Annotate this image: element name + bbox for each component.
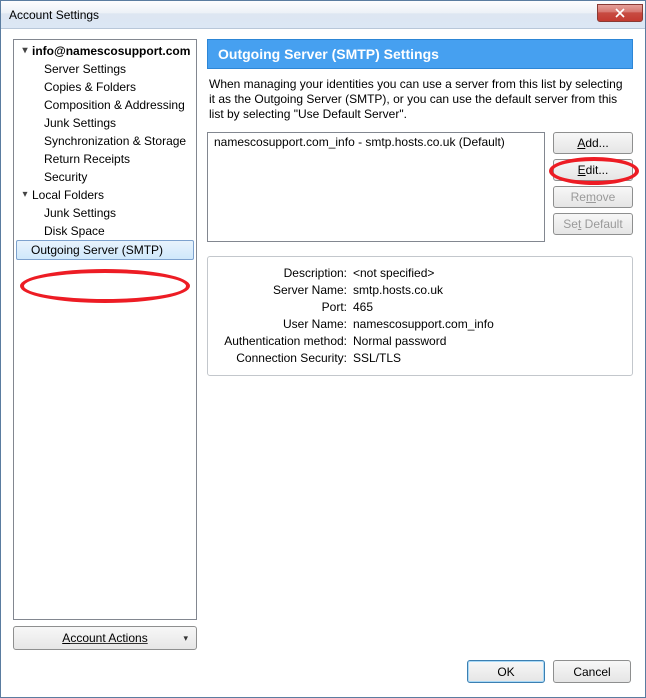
- detail-user-name: User Name: namescosupport.com_info: [218, 316, 622, 333]
- left-panel: info@namescosupport.com Server Settings …: [13, 39, 197, 650]
- close-button[interactable]: [597, 4, 643, 22]
- close-icon: [615, 8, 625, 18]
- smtp-server-item[interactable]: namescosupport.com_info - smtp.hosts.co.…: [208, 133, 544, 151]
- cancel-button[interactable]: Cancel: [553, 660, 631, 683]
- tree-composition-addressing[interactable]: Composition & Addressing: [14, 96, 196, 114]
- expand-icon: [20, 43, 30, 59]
- dialog-body: info@namescosupport.com Server Settings …: [1, 29, 645, 697]
- smtp-details: Description: <not specified> Server Name…: [207, 256, 633, 376]
- tree-account-root[interactable]: info@namescosupport.com: [14, 42, 196, 60]
- tree-security[interactable]: Security: [14, 168, 196, 186]
- titlebar: Account Settings: [1, 1, 645, 29]
- set-default-button: Set Default: [553, 213, 633, 235]
- detail-auth-method: Authentication method: Normal password: [218, 333, 622, 350]
- account-actions-button[interactable]: Account Actions: [13, 626, 197, 650]
- detail-port: Port: 465: [218, 299, 622, 316]
- detail-description: Description: <not specified>: [218, 265, 622, 282]
- smtp-button-column: Add... Edit... Remove Set Default: [553, 132, 633, 242]
- smtp-server-list[interactable]: namescosupport.com_info - smtp.hosts.co.…: [207, 132, 545, 242]
- detail-server-name: Server Name: smtp.hosts.co.uk: [218, 282, 622, 299]
- account-actions-label: Account Actions: [62, 631, 147, 645]
- detail-conn-security: Connection Security: SSL/TLS: [218, 350, 622, 367]
- smtp-list-row: namescosupport.com_info - smtp.hosts.co.…: [207, 132, 633, 242]
- ok-button[interactable]: OK: [467, 660, 545, 683]
- tree-outgoing-smtp[interactable]: Outgoing Server (SMTP): [16, 240, 194, 260]
- tree-local-junk[interactable]: Junk Settings: [14, 204, 196, 222]
- tree-server-settings[interactable]: Server Settings: [14, 60, 196, 78]
- remove-button: Remove: [553, 186, 633, 208]
- tree-copies-folders[interactable]: Copies & Folders: [14, 78, 196, 96]
- panel-heading: Outgoing Server (SMTP) Settings: [207, 39, 633, 69]
- account-tree[interactable]: info@namescosupport.com Server Settings …: [13, 39, 197, 620]
- panel-intro: When managing your identities you can us…: [207, 69, 633, 132]
- tree-local-folders[interactable]: Local Folders: [14, 186, 196, 204]
- tree-junk-settings[interactable]: Junk Settings: [14, 114, 196, 132]
- edit-button[interactable]: Edit...: [553, 159, 633, 181]
- tree-return-receipts[interactable]: Return Receipts: [14, 150, 196, 168]
- window-title: Account Settings: [9, 8, 597, 22]
- tree-local-disk[interactable]: Disk Space: [14, 222, 196, 240]
- add-button[interactable]: Add...: [553, 132, 633, 154]
- right-panel: Outgoing Server (SMTP) Settings When man…: [207, 39, 633, 650]
- highlight-ring-outgoing: [20, 269, 190, 303]
- dialog-footer: OK Cancel: [1, 650, 645, 697]
- main-area: info@namescosupport.com Server Settings …: [1, 29, 645, 650]
- expand-icon: [20, 187, 30, 203]
- tree-sync-storage[interactable]: Synchronization & Storage: [14, 132, 196, 150]
- account-label: info@namescosupport.com: [32, 43, 190, 59]
- account-settings-window: Account Settings info@namescosupport.com…: [0, 0, 646, 698]
